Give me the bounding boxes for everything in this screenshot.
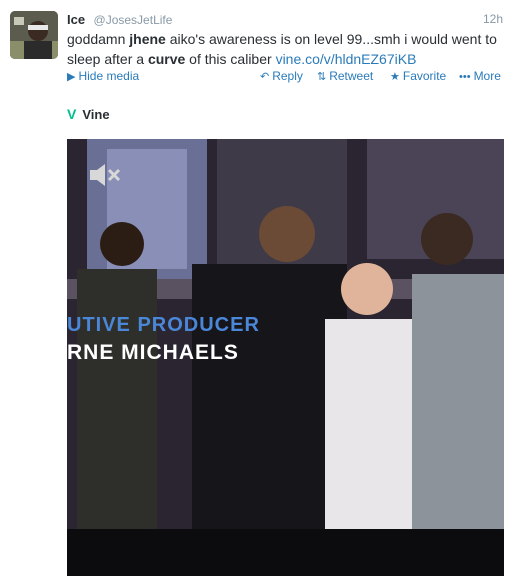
tweet-text-part: of this caliber (185, 51, 276, 67)
more-icon: ••• (459, 71, 471, 83)
favorite-label: Favorite (402, 69, 447, 83)
tweet-header: Ice @JosesJetLife 12h (67, 11, 503, 27)
video-caption: UTIVE PRODUCER RNE MICHAELS (67, 311, 260, 367)
video-icon: ▶ (67, 71, 76, 83)
reply-icon: ↶ (260, 71, 270, 83)
more-label: More (473, 69, 501, 83)
vine-link[interactable]: vine.co/v/hldnEZ67iKB (276, 51, 417, 67)
reply-label: Reply (272, 69, 303, 83)
caption-line-2: RNE MICHAELS (67, 341, 239, 364)
hashtag-term: jhene (129, 31, 166, 47)
vine-icon: V (67, 106, 77, 122)
caption-line-1: UTIVE PRODUCER (67, 314, 260, 336)
tweet-text: goddamn jhene aiko's awareness is on lev… (67, 29, 507, 69)
user-handle[interactable]: @JosesJetLife (94, 13, 173, 27)
hide-media-label: Hide media (78, 69, 140, 83)
media-source-label: Vine (82, 107, 110, 122)
timestamp[interactable]: 12h (483, 12, 503, 26)
video-player[interactable]: UTIVE PRODUCER RNE MICHAELS (67, 139, 504, 576)
tweet-text-part: goddamn (67, 31, 130, 47)
favorite-icon: ★ (390, 71, 400, 83)
hide-media-button[interactable]: ▶ Hide media (67, 69, 139, 83)
user-name[interactable]: Ice (67, 12, 85, 27)
tweet-actions: ▶ Hide media ↶ Reply ⇅ Retweet ★ Favorite ••… (67, 69, 505, 85)
reply-button[interactable]: ↶ Reply (260, 69, 303, 83)
more-button[interactable]: ••• More (459, 69, 501, 83)
retweet-button[interactable]: ⇅ Retweet (317, 69, 373, 83)
favorite-button[interactable]: ★ Favorite (390, 69, 446, 83)
retweet-icon: ⇅ (317, 71, 327, 83)
retweet-label: Retweet (329, 69, 374, 83)
mute-icon[interactable] (88, 162, 122, 188)
avatar[interactable] (10, 11, 58, 59)
hashtag-term: curve (147, 51, 186, 67)
media-source[interactable]: V Vine (67, 106, 110, 126)
